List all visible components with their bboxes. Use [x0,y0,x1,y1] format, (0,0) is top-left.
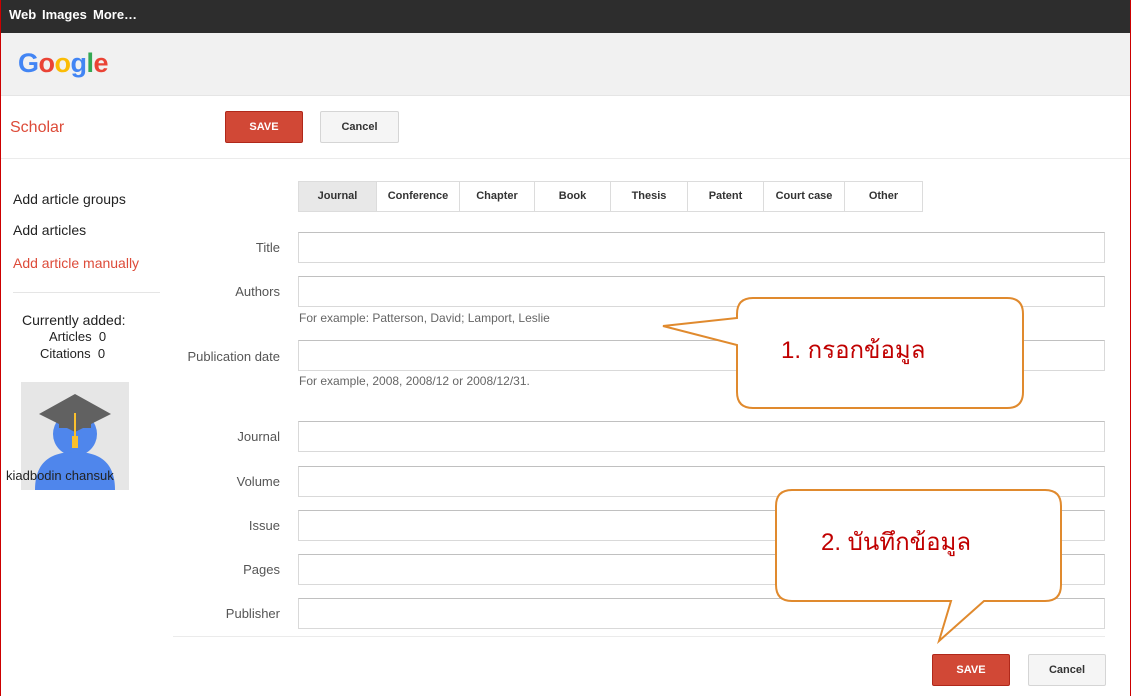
callout-2-shape [775,489,1062,645]
callout-annotations [662,297,1062,645]
callout-1-text: 1. กรอกข้อมูล [781,337,926,364]
callout-2-text: 2. บันทึกข้อมูล [821,529,972,556]
